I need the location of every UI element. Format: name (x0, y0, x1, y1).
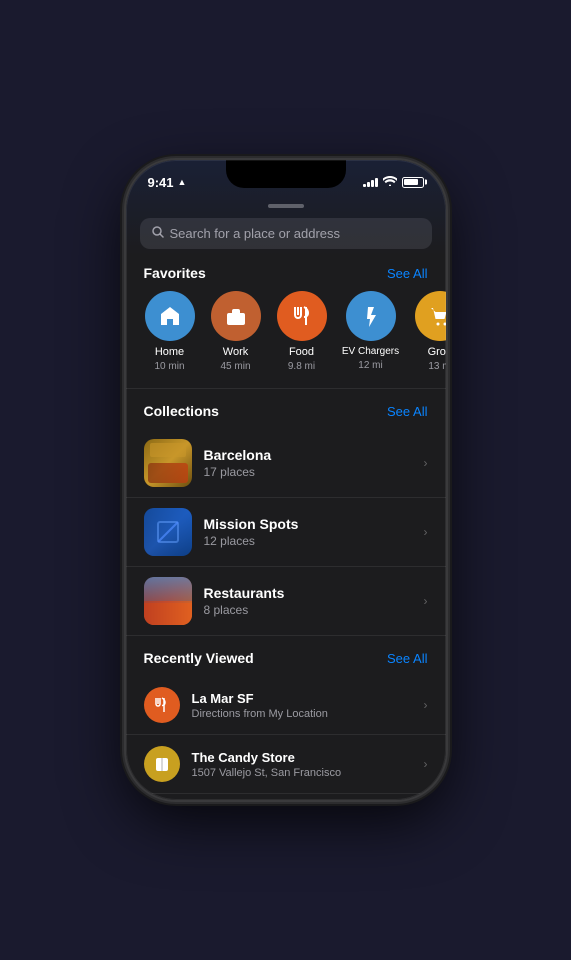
recently-viewed-title: Recently Viewed (144, 650, 254, 666)
collections-header: Collections See All (126, 403, 446, 429)
signal-bar-3 (371, 180, 374, 187)
fav-ev-chargers[interactable]: EV Chargers 12 mi (336, 291, 406, 372)
time-display: 9:41 (148, 175, 174, 190)
collection-info-barcelona: Barcelona 17 places (204, 447, 412, 479)
status-time: 9:41 ▲ (148, 175, 187, 190)
favorites-title: Favorites (144, 265, 206, 281)
notch (226, 160, 346, 188)
collection-name-restaurants: Restaurants (204, 585, 412, 601)
fav-home-name: Home (155, 346, 184, 359)
recent-candy-icon (144, 746, 180, 782)
recent-candy-sub: 1507 Vallejo St, San Francisco (192, 767, 412, 779)
recent-la-mar-info: La Mar SF Directions from My Location (192, 691, 412, 720)
chevron-icon-restaurants: › (424, 594, 428, 608)
chevron-candy: › (424, 757, 428, 771)
fav-ev-icon (346, 291, 396, 341)
fav-food-icon (277, 291, 327, 341)
chevron-icon-barcelona: › (424, 456, 428, 470)
wifi-icon (383, 176, 397, 189)
collections-see-all[interactable]: See All (387, 404, 427, 419)
location-arrow-icon: ▲ (178, 177, 187, 187)
fav-ev-name: EV Chargers (342, 346, 399, 358)
signal-bar-2 (367, 182, 370, 187)
fav-grocery-icon (415, 291, 446, 341)
collection-name-barcelona: Barcelona (204, 447, 412, 463)
main-scroll[interactable]: Search for a place or address Favorites … (126, 198, 446, 800)
collection-sub-restaurants: 8 places (204, 603, 412, 617)
fav-grocery-sub: 13 m (428, 361, 445, 372)
fav-work-sub: 45 min (220, 361, 250, 372)
collection-mission[interactable]: Mission Spots 12 places › (126, 498, 446, 567)
collection-sub-mission: 12 places (204, 534, 412, 548)
fav-grocery[interactable]: Groc 13 m (408, 291, 446, 372)
fav-work[interactable]: Work 45 min (204, 291, 268, 372)
recent-candy-info: The Candy Store 1507 Vallejo St, San Fra… (192, 750, 412, 779)
recent-la-mar-sub: Directions from My Location (192, 708, 412, 720)
battery-icon (402, 177, 424, 188)
signal-bar-1 (363, 184, 366, 187)
fav-home-icon (145, 291, 195, 341)
collection-thumb-mission (144, 508, 192, 556)
fav-work-icon (211, 291, 261, 341)
battery-fill (404, 179, 418, 185)
drag-indicator (268, 204, 304, 208)
recent-candy-store[interactable]: The Candy Store 1507 Vallejo St, San Fra… (126, 735, 446, 794)
recent-candy-name: The Candy Store (192, 750, 412, 765)
fav-grocery-name: Groc (428, 346, 446, 359)
phone-frame: 9:41 ▲ (126, 160, 446, 800)
collections-title: Collections (144, 403, 219, 419)
recent-la-mar[interactable]: La Mar SF Directions from My Location › (126, 676, 446, 735)
collections-section: Collections See All Barcelona 17 places (126, 389, 446, 636)
fav-work-name: Work (223, 346, 248, 359)
screen: 9:41 ▲ (126, 160, 446, 800)
favorites-header: Favorites See All (126, 265, 446, 291)
fav-ev-sub: 12 mi (358, 360, 382, 371)
search-placeholder: Search for a place or address (170, 226, 341, 241)
status-icons (363, 176, 424, 189)
search-icon (152, 226, 164, 241)
search-bar[interactable]: Search for a place or address (140, 218, 432, 249)
fav-home-sub: 10 min (154, 361, 184, 372)
signal-bars-icon (363, 177, 378, 187)
favorites-list[interactable]: Home 10 min Work 45 min (126, 291, 446, 388)
fav-food-name: Food (289, 346, 314, 359)
recent-la-mar-icon (144, 687, 180, 723)
chevron-icon-mission: › (424, 525, 428, 539)
signal-bar-4 (375, 178, 378, 187)
collection-thumb-barcelona (144, 439, 192, 487)
recent-stonemill[interactable]: Stonemill Matcha 561 Valencia St, San Fr… (126, 794, 446, 800)
collection-sub-barcelona: 17 places (204, 465, 412, 479)
fav-home[interactable]: Home 10 min (138, 291, 202, 372)
recently-viewed-section: Recently Viewed See All La Mar (126, 636, 446, 800)
collection-restaurants[interactable]: Restaurants 8 places › (126, 567, 446, 636)
fav-food[interactable]: Food 9.8 mi (270, 291, 334, 372)
recently-viewed-header: Recently Viewed See All (126, 650, 446, 676)
favorites-see-all[interactable]: See All (387, 266, 427, 281)
collection-barcelona[interactable]: Barcelona 17 places › (126, 429, 446, 498)
collection-info-restaurants: Restaurants 8 places (204, 585, 412, 617)
collection-info-mission: Mission Spots 12 places (204, 516, 412, 548)
collection-thumb-restaurants (144, 577, 192, 625)
chevron-la-mar: › (424, 698, 428, 712)
recent-la-mar-name: La Mar SF (192, 691, 412, 706)
collection-name-mission: Mission Spots (204, 516, 412, 532)
recently-viewed-see-all[interactable]: See All (387, 651, 427, 666)
fav-food-sub: 9.8 mi (288, 361, 315, 372)
